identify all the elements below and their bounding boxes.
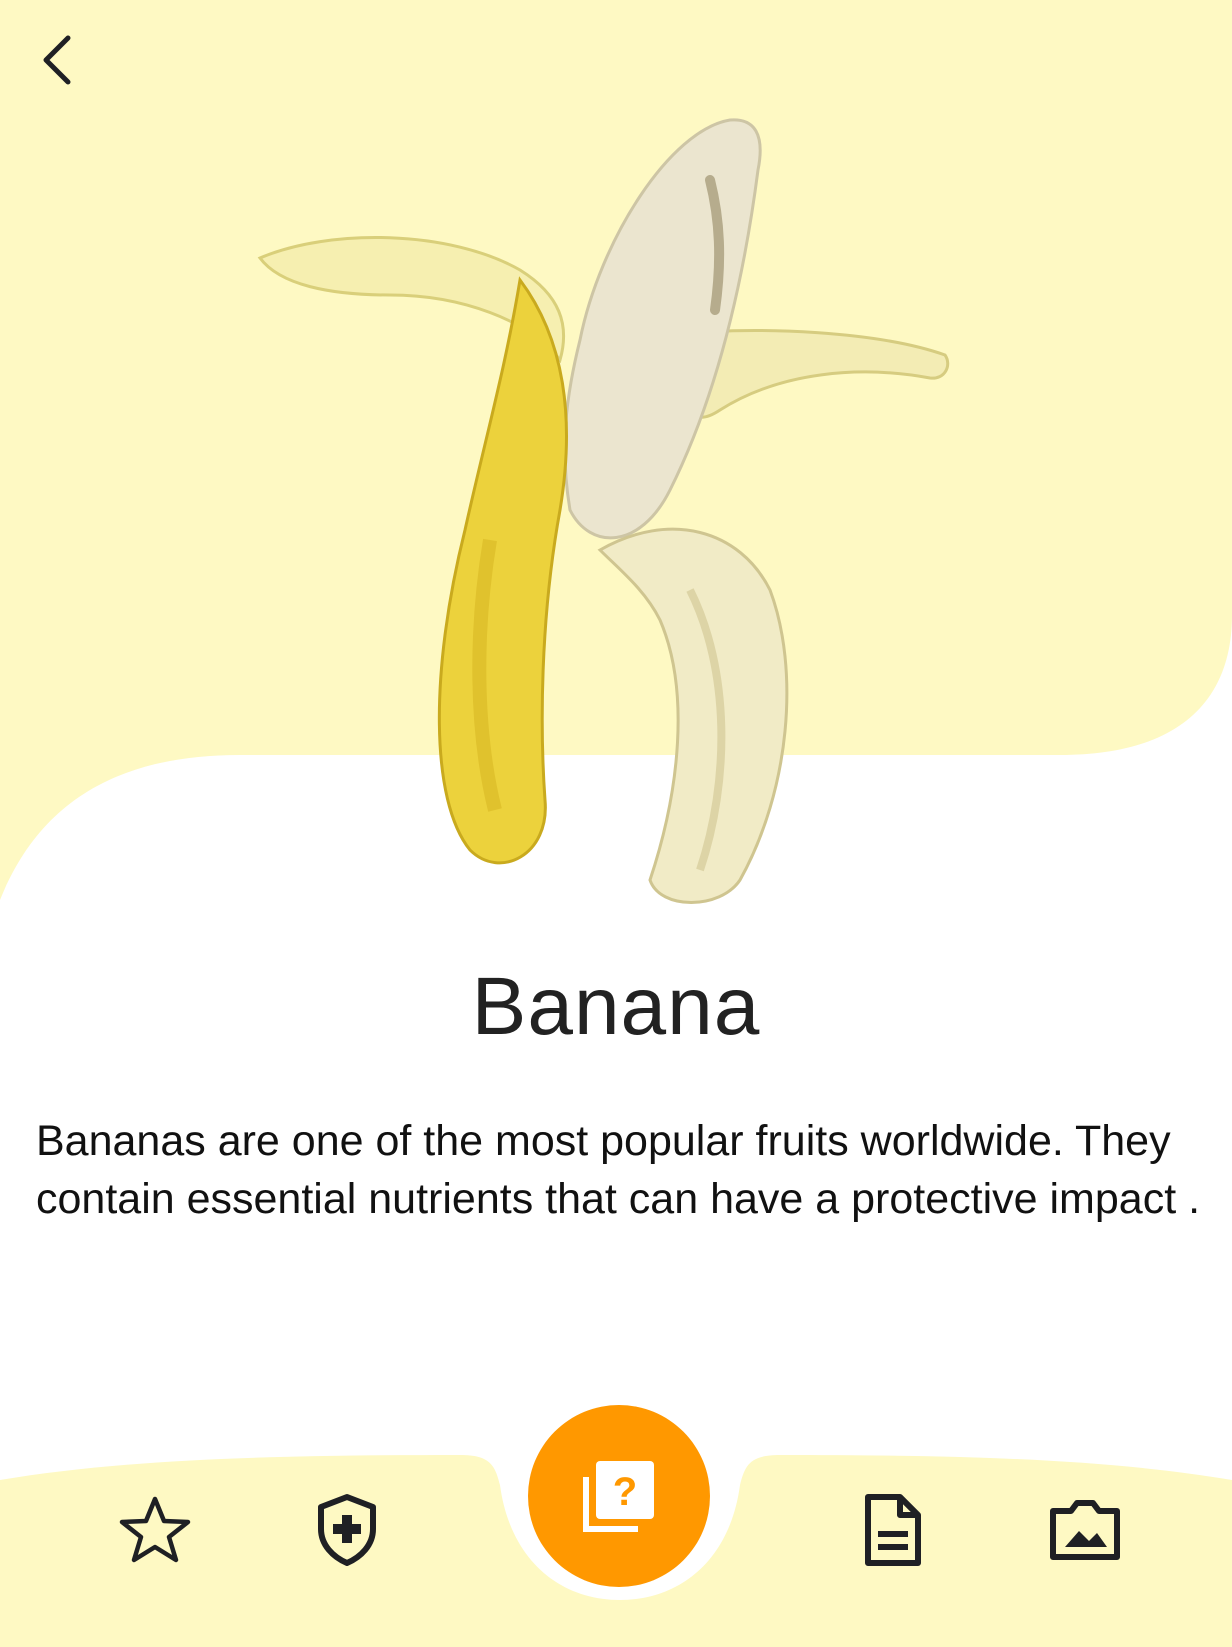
svg-text:?: ? [613, 1470, 637, 1514]
quiz-cards-icon: ? [583, 1461, 654, 1532]
gallery-icon [1050, 1500, 1120, 1560]
quiz-button[interactable]: ? [528, 1405, 710, 1587]
shield-plus-icon [318, 1494, 376, 1566]
fruit-description: Bananas are one of the most popular frui… [36, 1117, 1201, 1223]
document-button[interactable] [848, 1485, 938, 1575]
health-button[interactable] [302, 1485, 392, 1575]
page-title: Banana [471, 961, 761, 1052]
back-button[interactable] [18, 20, 98, 100]
gallery-button[interactable] [1040, 1485, 1130, 1575]
banana-image [257, 118, 950, 904]
favorite-button[interactable] [110, 1485, 200, 1575]
chevron-left-icon [43, 35, 71, 85]
fruit-detail-screen: Banana Bananas are one of the most popul… [0, 0, 1232, 1647]
star-icon [119, 1496, 191, 1563]
document-icon [865, 1494, 921, 1566]
